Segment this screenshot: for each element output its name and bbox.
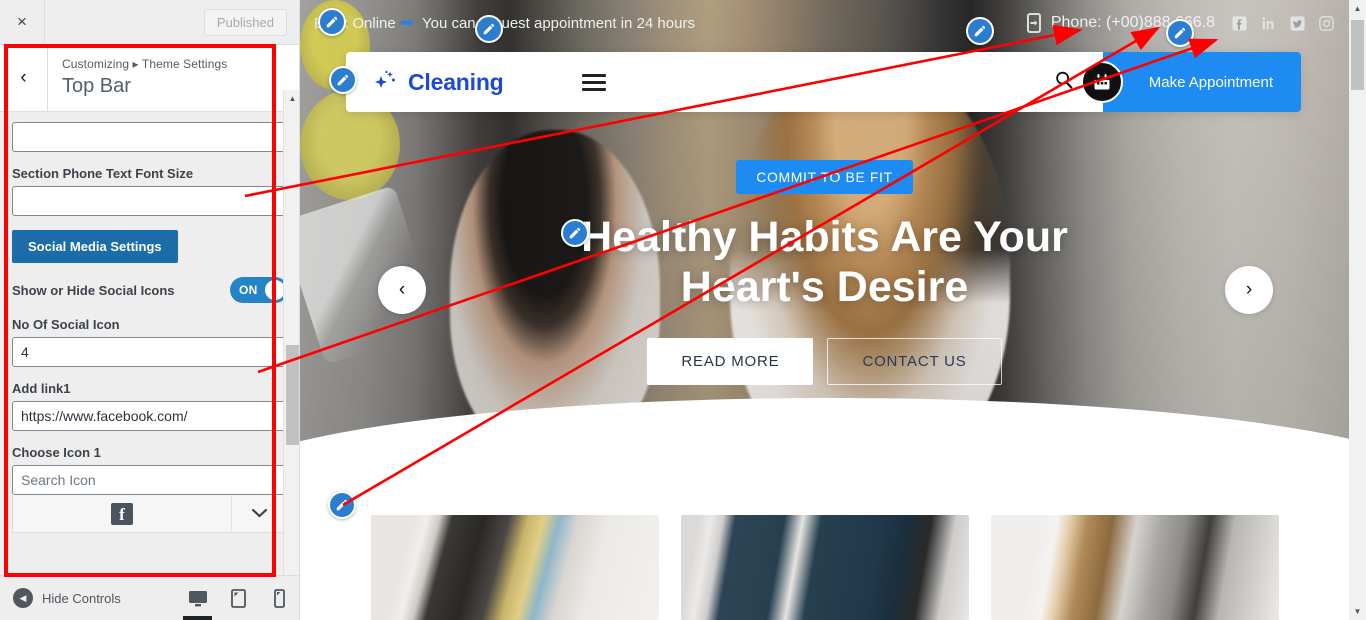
navbar-right: Make Appointment	[1053, 52, 1301, 112]
carousel-prev-icon[interactable]: ‹	[378, 266, 426, 314]
control-choose-icon1: Choose Icon 1 f	[12, 445, 288, 533]
social-media-settings-button[interactable]: Social Media Settings	[12, 230, 178, 263]
control-add-link1: Add link1	[12, 381, 288, 431]
carousel-next-icon[interactable]: ›	[1225, 266, 1273, 314]
hamburger-icon[interactable]	[581, 73, 606, 91]
pencil-icon	[1174, 27, 1186, 39]
pencil-icon	[337, 74, 349, 86]
topbar-tagline: You can request appointment in 24 hours	[422, 15, 695, 32]
toggle-knob	[265, 280, 285, 300]
brand-name: Cleaning	[408, 68, 504, 95]
toggle-state-label: ON	[239, 283, 258, 297]
hero-buttons: READ MORE CONTACT US	[300, 338, 1349, 385]
collapse-icon: ◀	[13, 588, 33, 608]
edit-shortcut-phone[interactable]	[966, 17, 994, 45]
breadcrumb: Customizing ▸ Theme Settings	[62, 57, 228, 71]
preview-scroll-up-icon[interactable]: ▲	[1349, 0, 1366, 17]
read-more-button[interactable]: READ MORE	[647, 338, 814, 385]
hide-controls-label: Hide Controls	[42, 590, 121, 606]
section-phone-text-font-size-input[interactable]	[12, 186, 288, 216]
publish-button[interactable]: Published	[203, 8, 287, 36]
scroll-up-icon[interactable]: ▲	[284, 90, 299, 107]
instagram-icon[interactable]	[1318, 15, 1335, 32]
no-of-social-icon-label: No Of Social Icon	[12, 317, 120, 332]
service-cards-row	[300, 515, 1349, 620]
control-social-media-settings: Social Media Settings	[12, 230, 288, 263]
customizer-footer: ◀ Hide Controls	[0, 575, 299, 620]
control-no-of-social-icon: No Of Social Icon	[12, 317, 288, 367]
topbar-social-icons	[1231, 15, 1335, 32]
pencil-icon	[569, 227, 581, 239]
choose-icon1-label: Choose Icon 1	[12, 445, 101, 460]
search-icon[interactable]	[1053, 69, 1075, 96]
service-card-1[interactable]	[370, 515, 659, 620]
add-link1-label: Add link1	[12, 381, 71, 396]
choose-icon1-search-input[interactable]	[12, 465, 288, 495]
hero-title: Healthy Habits Are Your Heart's Desire	[581, 213, 1068, 311]
section-phone-text-font-size-label: Section Phone Text Font Size	[12, 166, 194, 181]
pencil-icon	[974, 25, 986, 37]
hero-content: COMMIT TO BE FIT Healthy Habits Are Your…	[300, 160, 1349, 385]
controls-list: Section Phone Text Font Size Social Medi…	[0, 112, 299, 533]
panel-header: ‹ Customizing ▸ Theme Settings Top Bar	[0, 45, 299, 112]
twitter-icon[interactable]	[1289, 15, 1306, 32]
make-appointment-label: Make Appointment	[1148, 73, 1273, 91]
sidebar-scrollbar-thumb[interactable]	[286, 345, 299, 445]
tablet-icon[interactable]	[218, 576, 259, 620]
site-preview: Book Online ➡ You can request appointmen…	[300, 0, 1366, 620]
customizer-header: × Published	[0, 0, 299, 45]
show-hide-social-icons-toggle[interactable]: ON	[230, 277, 288, 303]
mobile-icon[interactable]	[259, 576, 299, 620]
edit-shortcut-tagline[interactable]	[475, 15, 503, 43]
close-customizer-button[interactable]: ×	[0, 0, 45, 44]
service-card-2[interactable]	[680, 515, 969, 620]
edit-shortcut-book-online[interactable]	[318, 8, 346, 36]
site-navbar: Cleaning Make Appointment	[346, 52, 1301, 112]
show-hide-social-icons-label: Show or Hide Social Icons	[12, 282, 175, 298]
customizer-sidebar: × Published ‹ Customizing ▸ Theme Settin…	[0, 0, 300, 620]
section-phone-text-input[interactable]	[12, 122, 288, 152]
panel-back-button[interactable]: ‹	[0, 45, 48, 111]
calendar-icon	[1080, 61, 1123, 103]
desktop-icon[interactable]	[177, 576, 218, 620]
brand-logo[interactable]: Cleaning	[370, 67, 504, 97]
edit-shortcut-hero-title[interactable]	[561, 219, 589, 247]
control-show-hide-social-icons: Show or Hide Social Icons ON	[12, 277, 288, 303]
chevron-down-icon[interactable]	[231, 494, 287, 533]
control-section-phone-text-font-size: Section Phone Text Font Size	[12, 166, 288, 216]
facebook-icon[interactable]	[1231, 15, 1248, 32]
no-of-social-icon-input[interactable]	[12, 337, 288, 367]
sidebar-scrollbar[interactable]: ▲ ▼	[283, 90, 299, 620]
panel-titles: Customizing ▸ Theme Settings Top Bar	[48, 57, 227, 99]
edit-shortcut-socials[interactable]	[1166, 19, 1194, 47]
edit-shortcut-services[interactable]	[328, 491, 356, 519]
add-link1-input[interactable]	[12, 401, 288, 431]
preview-scroll-down-icon[interactable]: ▼	[1349, 603, 1366, 620]
tagline-label: You can request appointment in 24 hours	[421, 14, 695, 32]
make-appointment-button[interactable]: Make Appointment	[1080, 52, 1301, 112]
edit-shortcut-logo[interactable]	[329, 66, 357, 94]
customizer-body: ‹ Customizing ▸ Theme Settings Top Bar S…	[0, 45, 299, 620]
pencil-icon	[336, 499, 348, 511]
hero-eyebrow-badge[interactable]: COMMIT TO BE FIT	[736, 160, 913, 194]
icon-picker-results: f	[12, 494, 288, 533]
page-title: Top Bar	[62, 75, 131, 97]
sparkle-icon	[375, 70, 395, 88]
preview-scrollbar[interactable]: ▲ ▼	[1349, 0, 1366, 620]
hide-controls-button[interactable]: ◀ Hide Controls	[0, 588, 121, 608]
pencil-icon	[326, 16, 338, 28]
facebook-icon: f	[111, 502, 133, 525]
preview-scrollbar-thumb[interactable]	[1351, 20, 1364, 90]
pencil-icon	[483, 23, 495, 35]
icon-option-facebook[interactable]: f	[13, 495, 231, 533]
device-preview-buttons	[177, 576, 299, 620]
linkedin-icon[interactable]	[1260, 15, 1277, 32]
arrow-right-icon: ➡	[399, 13, 414, 32]
mobile-phone-icon	[1026, 13, 1041, 33]
service-card-3[interactable]	[990, 515, 1279, 620]
contact-us-button[interactable]: CONTACT US	[827, 338, 1002, 385]
control-section-phone-text	[12, 122, 288, 152]
